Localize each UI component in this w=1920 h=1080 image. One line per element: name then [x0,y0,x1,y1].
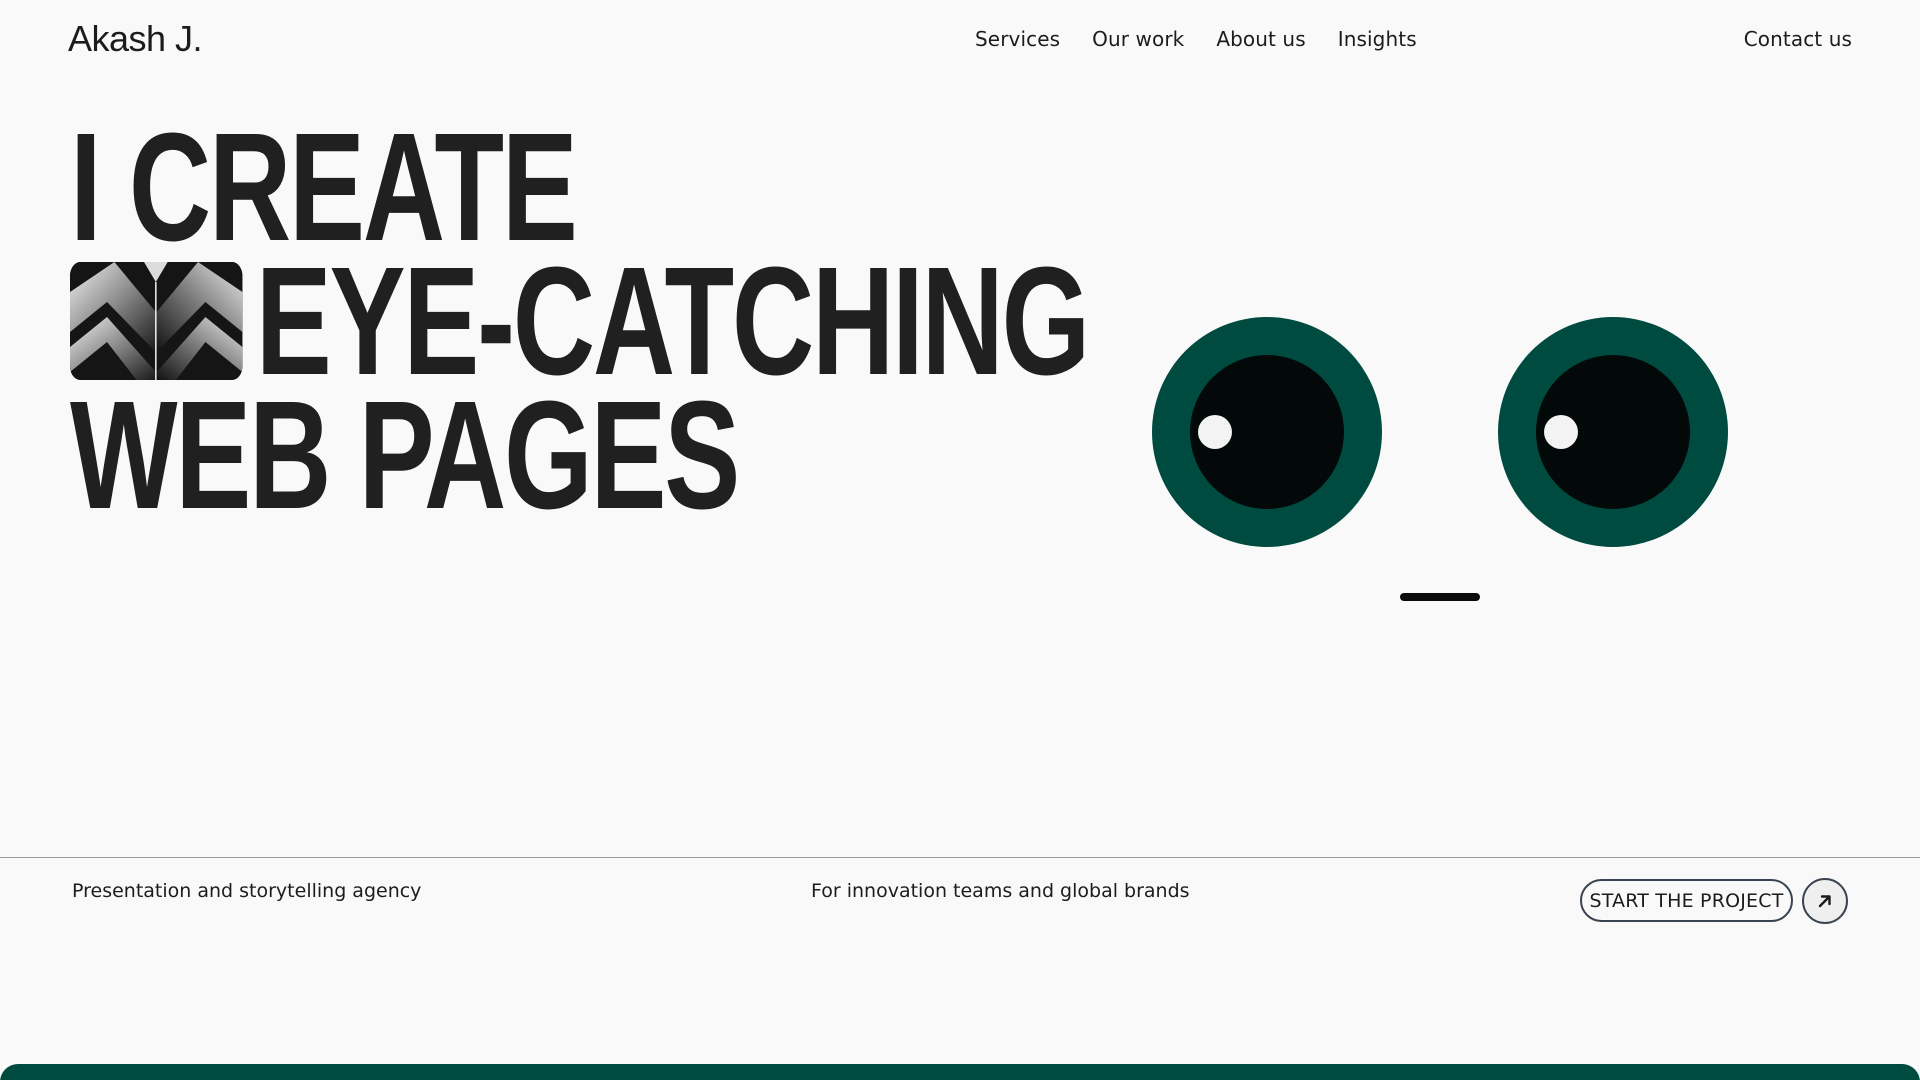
green-section-band [0,1064,1920,1080]
nav-our-work[interactable]: Our work [1092,27,1184,51]
nav-about-us[interactable]: About us [1216,27,1305,51]
right-eye [1498,317,1728,547]
audience-tagline: For innovation teams and global brands [811,880,1190,902]
nav-services[interactable]: Services [975,27,1060,51]
abstract-chevron-image [70,262,243,380]
headline-line-1: I CREATE [70,101,578,273]
mouth [1400,593,1480,601]
arrow-up-right-glyph [1818,895,1831,908]
headline-line-3: WEB PAGES [70,369,740,541]
headline-line-2-text: EYE-CATCHING [255,235,1091,407]
agency-tagline: Presentation and storytelling agency [72,880,422,902]
start-project-button[interactable]: START THE PROJECT [1580,879,1793,922]
nav-insights[interactable]: Insights [1338,27,1417,51]
main-nav: Services Our work About us Insights [975,27,1417,51]
site-logo[interactable]: Akash J. [68,18,203,60]
page: Akash J. Services Our work About us Insi… [0,0,1920,1080]
contact-link[interactable]: Contact us [1744,27,1852,51]
headline-line-2: EYE-CATCHING [70,235,1091,407]
left-eye [1152,317,1382,547]
right-eye-shine [1544,415,1578,449]
divider [0,857,1920,858]
hero-headline: I CREATE EYE-CATCHING WEB PAGES [70,101,1091,541]
left-eye-shine [1198,415,1232,449]
arrow-up-right-icon[interactable] [1802,878,1848,924]
